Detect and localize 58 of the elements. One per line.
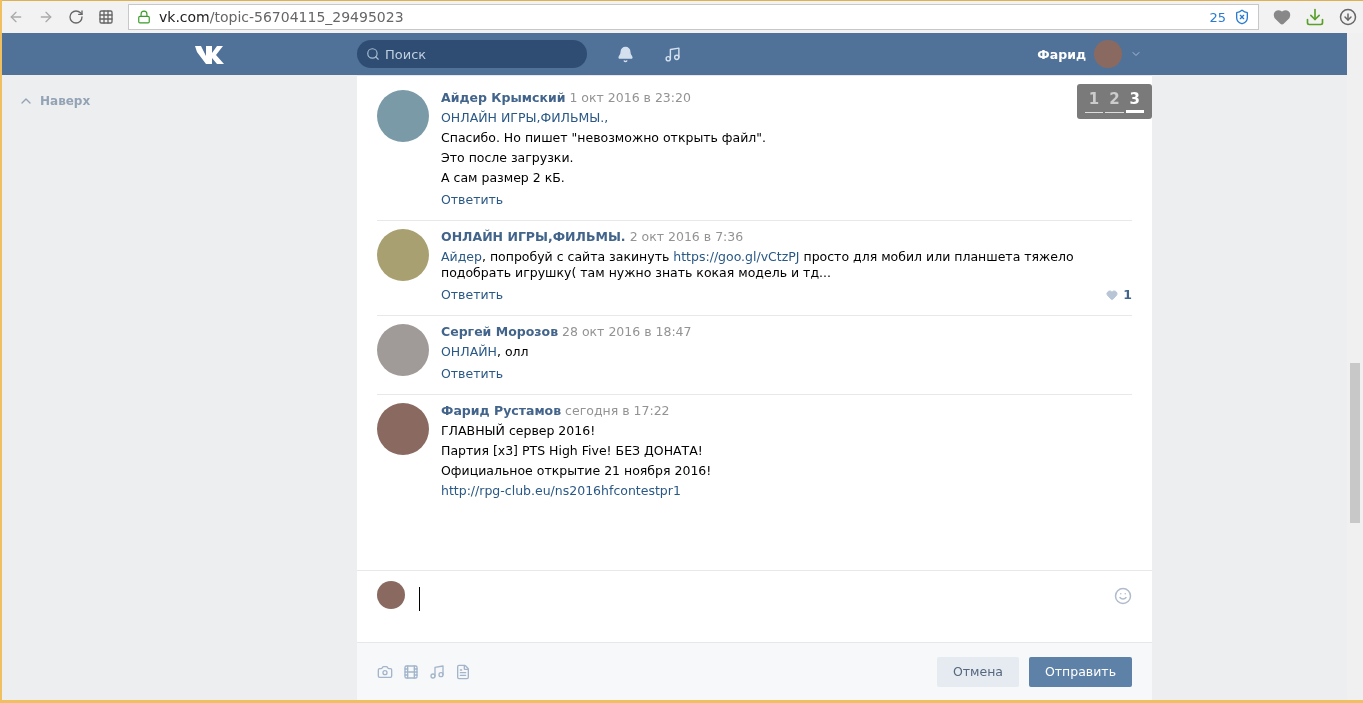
author-name[interactable]: ОНЛАЙН ИГРЫ,ФИЛЬМЫ. [441, 229, 626, 245]
page-link[interactable]: 3 [1125, 90, 1144, 113]
author-avatar[interactable] [377, 229, 429, 281]
comment-text: ГЛАВНЫЙ сервер 2016! [441, 423, 597, 439]
reply-link[interactable]: Ответить [441, 366, 504, 382]
comment-text: ОНЛАЙН, олл [441, 344, 530, 360]
music-note-icon[interactable] [429, 663, 445, 680]
mention-link[interactable]: ОНЛАЙН [441, 344, 497, 359]
logo-icon[interactable] [193, 44, 226, 64]
heart-icon [1106, 289, 1119, 301]
author-avatar[interactable] [377, 90, 429, 142]
comment-text: Партия [x3] PTS High Five! БЕЗ ДОНАТА! [441, 443, 704, 459]
author-name[interactable]: Фарид Рустамов [441, 403, 562, 419]
url-path: /topic-56704115_29495023 [209, 9, 404, 25]
mention-link[interactable]: Айдер [441, 249, 482, 264]
music-note-icon[interactable] [664, 45, 681, 63]
film-icon[interactable] [403, 663, 419, 680]
cancel-button[interactable]: Отмена [936, 656, 1019, 687]
search-field[interactable]: Поиск [357, 40, 587, 68]
shield-icon[interactable] [1234, 9, 1250, 25]
author-avatar[interactable] [377, 403, 429, 455]
comment-text: Айдер, попробуй с сайта закинуть https://goo.gl/vCtzPJ просто для мобил или планшета тяжело подобрать игрушку( там нужно знать кокая модель и тд... [441, 249, 1075, 281]
emoji-icon[interactable] [1114, 587, 1132, 605]
author-name[interactable]: Сергей Морозов [441, 324, 559, 340]
comment-text: Официальное открытие 21 ноября 2016! [441, 463, 713, 479]
apps-grid-icon[interactable] [98, 9, 114, 25]
address-bar[interactable]: vk.com/topic-56704115_29495023 25 [128, 4, 1259, 30]
comment-text: Спасибо. Но пишет "невозможно открыть файл". [441, 130, 768, 146]
camera-icon[interactable] [377, 663, 393, 680]
download-extension-icon[interactable] [1305, 7, 1325, 27]
url-host: vk.com [159, 9, 210, 25]
comment-date: 2 окт 2016 в 7:36 [629, 229, 744, 245]
mention-link[interactable]: https://goo.gl/vCtzPJ [673, 249, 800, 264]
document-icon[interactable] [455, 663, 471, 680]
reload-icon[interactable] [68, 9, 84, 25]
search-icon [366, 47, 380, 61]
comment-text: Это после загрузки. [441, 150, 575, 166]
mention-link[interactable]: http://rpg-club.eu/ns2016hfcontestpr1 [441, 483, 681, 498]
reply-link[interactable]: Ответить [441, 192, 504, 208]
user-name[interactable]: Фарид [1037, 46, 1086, 62]
comment-date: сегодня в 17:22 [565, 403, 670, 419]
comment-date: 28 окт 2016 в 18:47 [562, 324, 692, 340]
bell-icon[interactable] [617, 45, 634, 63]
blocked-count: 25 [1209, 9, 1226, 25]
user-avatar [377, 581, 405, 609]
like-button[interactable]: 1 [1106, 287, 1132, 303]
reply-link[interactable]: Ответить [441, 287, 504, 303]
comment-text: А сам размер 2 кБ. [441, 170, 566, 186]
mention-link[interactable]: ОНЛАЙН ИГРЫ,ФИЛЬМЫ., [441, 110, 609, 125]
download-icon[interactable] [1339, 8, 1357, 26]
author-avatar[interactable] [377, 324, 429, 376]
send-button[interactable]: Отправить [1028, 656, 1132, 687]
forward-icon[interactable] [38, 9, 54, 25]
lock-icon [137, 10, 151, 24]
heart-icon[interactable] [1273, 8, 1291, 26]
comment-date: 1 окт 2016 в 23:20 [569, 90, 691, 106]
back-icon[interactable] [8, 9, 24, 25]
author-name[interactable]: Айдер Крымский [441, 90, 566, 106]
